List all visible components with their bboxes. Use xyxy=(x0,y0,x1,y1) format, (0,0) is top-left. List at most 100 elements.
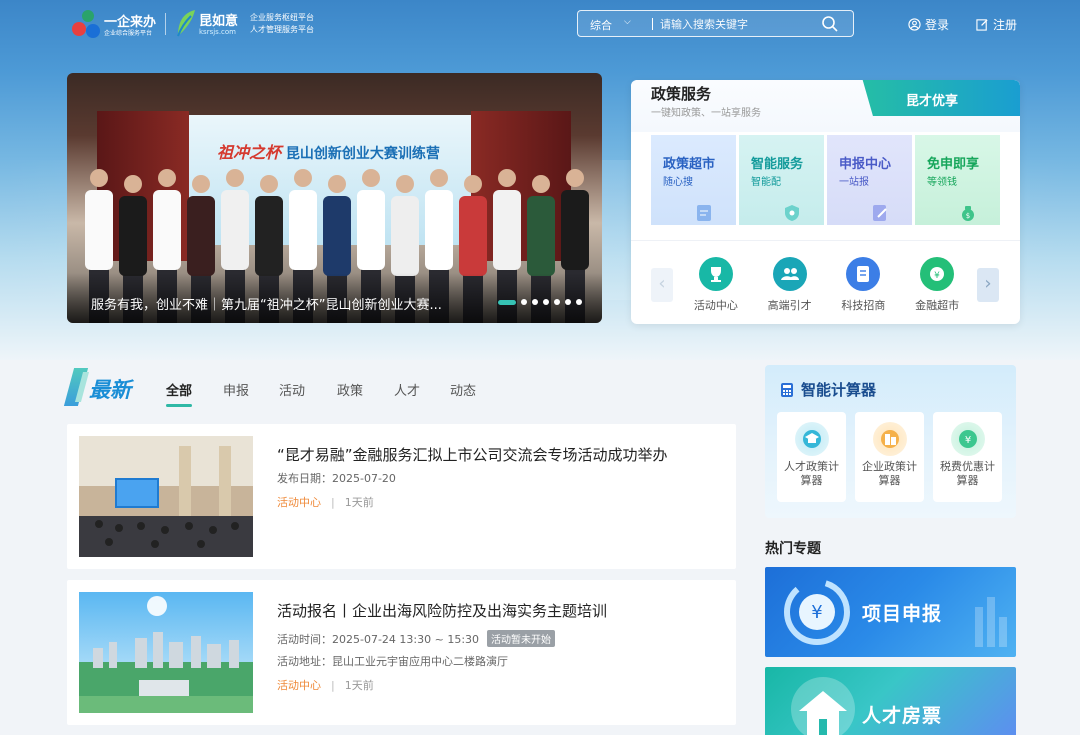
card-title: 智能服务 xyxy=(751,157,804,172)
policy-cards: 政策超市 随心搜 智能服务 智能配 申报中心 一站报 免申即享 等领钱 $ xyxy=(651,135,1001,225)
search-bar: 综合 ⌵ xyxy=(577,10,854,37)
brand-logo-kunruyi[interactable]: 昆如意 ksrsjs.com xyxy=(175,6,245,42)
search-input[interactable] xyxy=(660,14,810,34)
platform-slogan: 企业服务枢纽平台 人才管理服务平台 xyxy=(250,12,314,36)
policy-card-declaration[interactable]: 申报中心 一站报 xyxy=(827,135,912,225)
trophy-icon xyxy=(698,257,733,291)
news-thumbnail xyxy=(79,436,253,557)
carousel-dot[interactable] xyxy=(576,299,582,305)
kuncai-youxiang-tab[interactable]: 昆才优享 xyxy=(862,80,1020,116)
calculator-label: 人才政策计算器 xyxy=(784,460,839,487)
policy-divider xyxy=(631,240,1020,241)
tab-activity[interactable]: 活动 xyxy=(279,380,305,399)
tab-label: 政策 xyxy=(337,384,364,399)
calculator-title: 智能计算器 xyxy=(801,381,877,399)
policy-card-exempt[interactable]: 免申即享 等领钱 $ xyxy=(915,135,1000,225)
brand2-sub: ksrsjs.com xyxy=(199,28,236,36)
quick-high-end-talent[interactable]: 高端引才 xyxy=(754,255,826,315)
tab-active-underline xyxy=(166,404,193,407)
stage-title-red: 祖冲之杯 xyxy=(217,143,282,162)
search-icon[interactable] xyxy=(821,15,839,33)
news-item[interactable]: “昆才易融”金融服务汇拟上市公司交流会专场活动成功举办 发布日期：2025-07… xyxy=(67,424,736,569)
policy-service-panel: 政策服务 一键知政策、一站享服务 昆才优享 政策超市 随心搜 智能服务 智能配 … xyxy=(631,80,1020,324)
carousel-dot[interactable] xyxy=(521,299,527,305)
tax-benefit-calculator[interactable]: ¥ 税费优惠计算器 xyxy=(933,412,1002,502)
form-edit-icon xyxy=(873,205,887,221)
brand2-name: 昆如意 xyxy=(199,14,239,29)
svg-text:¥: ¥ xyxy=(964,435,970,446)
hot-topic-label: 项目申报 xyxy=(862,603,943,625)
quick-activity-center[interactable]: 活动中心 xyxy=(680,255,752,315)
enterprise-policy-calculator[interactable]: 企业政策计算器 xyxy=(855,412,924,502)
calculator-label: 税费优惠计算器 xyxy=(940,460,995,487)
register-button[interactable]: 注册 xyxy=(976,16,1017,33)
talent-policy-calculator[interactable]: 人才政策计算器 xyxy=(777,412,846,502)
svg-text:¥: ¥ xyxy=(811,602,822,623)
news-activity-address: 活动地址：昆山工业元宇宙应用中心二楼路演厅 xyxy=(277,655,508,668)
news-footer: 活动中心 | 1天前 xyxy=(277,494,374,510)
quick-prev-button[interactable]: ‹ xyxy=(651,268,673,302)
news-item[interactable]: 活动报名丨企业出海风险防控及出海实务主题培训 活动时间：2025-07-24 1… xyxy=(67,580,736,725)
card-sub: 等领钱 xyxy=(927,177,957,188)
chevron-down-icon[interactable]: ⌵ xyxy=(624,17,631,27)
hot-topic-project-declaration[interactable]: ¥ 项目申报 xyxy=(765,567,1016,657)
news-category-tag[interactable]: 活动中心 xyxy=(277,679,321,692)
shield-star-icon xyxy=(785,205,799,221)
news-category-tag[interactable]: 活动中心 xyxy=(277,496,321,509)
quick-next-button[interactable]: › xyxy=(977,268,999,302)
card-sub: 智能配 xyxy=(751,177,781,188)
users-icon xyxy=(772,257,807,291)
carousel-dot[interactable] xyxy=(565,299,571,305)
policy-card-supermarket[interactable]: 政策超市 随心搜 xyxy=(651,135,736,225)
hot-topics-title: 热门专题 xyxy=(765,541,821,557)
tab-label: 申报 xyxy=(223,384,250,399)
coins-icon: ¥ xyxy=(920,257,955,291)
hero-carousel[interactable]: 祖冲之杯 昆山创新创业大赛训练营 服务有我，创业不难｜第九届“祖冲之杯”昆山创新… xyxy=(67,73,602,323)
policy-subtitle: 一键知政策、一站享服务 xyxy=(651,108,761,119)
quick-finance-market[interactable]: ¥ 金融超市 xyxy=(901,255,973,315)
tab-label: 全部 xyxy=(166,384,193,399)
tag-label: 昆才优享 xyxy=(906,94,959,109)
login-button[interactable]: 登录 xyxy=(908,16,949,33)
news-title[interactable]: 活动报名丨企业出海风险防控及出海实务主题培训 xyxy=(277,600,607,621)
search-category-select[interactable]: 综合 xyxy=(590,17,612,33)
hot-topic-label: 人才房票 xyxy=(862,705,943,727)
tab-label: 人才 xyxy=(394,384,421,399)
news-title[interactable]: “昆才易融”金融服务汇拟上市公司交流会专场活动成功举办 xyxy=(277,444,668,465)
carousel-dot[interactable] xyxy=(543,299,549,305)
stage-title: 祖冲之杯 昆山创新创业大赛训练营 xyxy=(217,139,440,163)
quick-tech-investment[interactable]: 科技招商 xyxy=(827,255,899,315)
brand-logo-yiqilaiban[interactable]: 一企来办 企业综合服务平台 xyxy=(70,8,160,40)
status-badge: 活动暂未开始 xyxy=(487,630,556,647)
leaf-logo-icon xyxy=(177,10,195,37)
hot-topic-talent-housing[interactable]: 人才房票 xyxy=(765,667,1016,735)
latest-title-text: 最新 xyxy=(89,378,131,402)
money-bag-icon: $ xyxy=(962,206,974,221)
calculator-icon xyxy=(781,382,793,397)
news-thumbnail xyxy=(79,592,253,713)
news-time: 1天前 xyxy=(344,496,374,509)
tab-declaration[interactable]: 申报 xyxy=(223,380,249,399)
calculator-header: 智能计算器 xyxy=(779,379,876,400)
quick-label: 科技招商 xyxy=(841,299,886,312)
policy-card-smart-service[interactable]: 智能服务 智能配 xyxy=(739,135,824,225)
tab-all[interactable]: 全部 xyxy=(166,380,193,407)
slogan-line-2: 人才管理服务平台 xyxy=(250,25,314,34)
quick-links: 活动中心 高端引才 科技招商 ¥ 金融超市 xyxy=(679,255,974,315)
card-sub: 随心搜 xyxy=(663,177,693,188)
carousel-dot[interactable] xyxy=(532,299,538,305)
stage-title-blue: 昆山创新创业大赛训练营 xyxy=(285,146,440,162)
tab-policy[interactable]: 政策 xyxy=(337,380,363,399)
news-time: 1天前 xyxy=(344,679,374,692)
brand-dots-icon xyxy=(70,10,102,40)
calculator-label: 企业政策计算器 xyxy=(862,460,917,487)
tab-talent[interactable]: 人才 xyxy=(394,380,420,399)
building-icon xyxy=(872,422,907,456)
banner-caption[interactable]: 服务有我，创业不难｜第九届“祖冲之杯”昆山创新创业大赛... xyxy=(91,294,451,313)
tab-news[interactable]: 动态 xyxy=(450,380,476,399)
carousel-dot[interactable] xyxy=(554,299,560,305)
graduate-icon xyxy=(794,422,829,456)
search-divider xyxy=(652,18,653,30)
document-icon xyxy=(697,205,711,221)
carousel-dot[interactable] xyxy=(498,299,516,305)
